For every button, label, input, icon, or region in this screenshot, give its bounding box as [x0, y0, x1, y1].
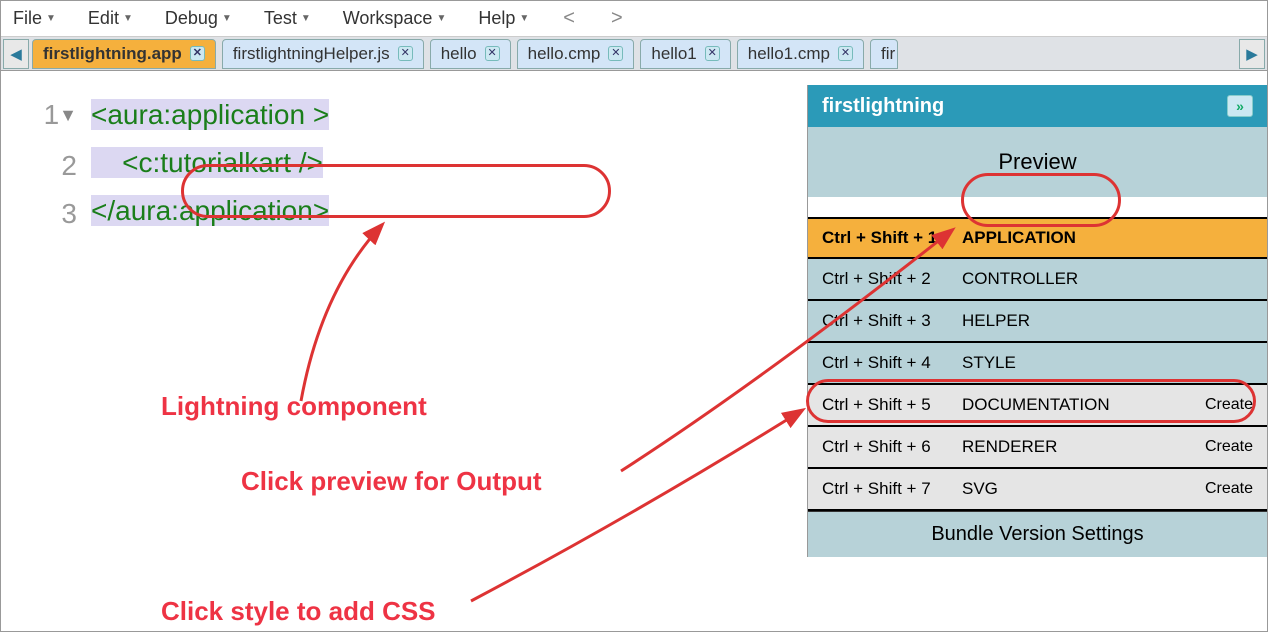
menu-debug-label: Debug: [165, 8, 218, 29]
preview-button[interactable]: Preview: [808, 127, 1267, 197]
close-icon[interactable]: ✕: [190, 46, 205, 61]
chevron-down-icon: ▼: [519, 13, 529, 24]
menu-debug[interactable]: Debug ▼: [159, 4, 238, 33]
code-line-1: <aura:application >: [91, 99, 329, 130]
create-link[interactable]: Create: [1205, 438, 1253, 456]
code-line-3: </aura:application>: [91, 195, 329, 226]
fold-icon[interactable]: ▼: [59, 91, 77, 139]
tab-label: fir: [881, 44, 895, 64]
menu-edit[interactable]: Edit ▼: [82, 4, 139, 33]
nav-back[interactable]: <: [555, 7, 583, 30]
chevron-down-icon: ▼: [46, 13, 56, 24]
shortcut-label: Ctrl + Shift + 1: [822, 228, 962, 248]
expand-icon[interactable]: »: [1227, 95, 1253, 117]
menu-help-label: Help: [478, 8, 515, 29]
tab-label: hello1: [651, 44, 696, 64]
chevron-right-icon: >: [611, 7, 623, 29]
bundle-row-helper[interactable]: Ctrl + Shift + 3 HELPER: [808, 301, 1267, 343]
bundle-label: DOCUMENTATION: [962, 395, 1205, 415]
menu-file[interactable]: File ▼: [7, 4, 62, 33]
bundle-version-settings[interactable]: Bundle Version Settings: [808, 511, 1267, 557]
tab-label: firstlightning.app: [43, 44, 182, 64]
shortcut-label: Ctrl + Shift + 7: [822, 479, 962, 499]
menu-workspace[interactable]: Workspace▼: [337, 4, 453, 33]
gutter-line-1: 1▼: [1, 91, 77, 142]
bundle-label: CONTROLLER: [962, 269, 1253, 289]
tab-firstlightninghelper-js[interactable]: firstlightningHelper.js ✕: [222, 39, 424, 69]
tab-firstlightning-app[interactable]: firstlightning.app ✕: [32, 39, 216, 69]
menu-edit-label: Edit: [88, 8, 119, 29]
menu-workspace-label: Workspace: [343, 8, 433, 29]
chevron-left-icon: <: [563, 7, 575, 29]
tab-hello1[interactable]: hello1 ✕: [640, 39, 730, 69]
close-icon[interactable]: ✕: [485, 46, 500, 61]
code-line-2: <c:tutorialkart />: [122, 147, 323, 178]
create-link[interactable]: Create: [1205, 396, 1253, 414]
gutter-line-2: 2: [1, 142, 77, 190]
panel-title: firstlightning: [822, 95, 944, 118]
annotation-style: Click style to add CSS: [161, 596, 436, 627]
tab-label: hello1.cmp: [748, 44, 830, 64]
shortcut-label: Ctrl + Shift + 6: [822, 437, 962, 457]
close-icon[interactable]: ✕: [705, 46, 720, 61]
preview-label: Preview: [998, 149, 1076, 175]
tabbar: ◀ firstlightning.app ✕ firstlightningHelp…: [1, 37, 1267, 71]
side-panel: firstlightning » Preview Ctrl + Shift + …: [807, 85, 1267, 557]
tab-scroll-left[interactable]: ◀: [3, 39, 29, 69]
bundle-table: Ctrl + Shift + 1 APPLICATION Ctrl + Shif…: [808, 217, 1267, 511]
tab-hello1-cmp[interactable]: hello1.cmp ✕: [737, 39, 864, 69]
chevron-down-icon: ▼: [436, 13, 446, 24]
bundle-row-controller[interactable]: Ctrl + Shift + 2 CONTROLLER: [808, 259, 1267, 301]
bundle-label: RENDERER: [962, 437, 1205, 457]
bundle-row-application[interactable]: Ctrl + Shift + 1 APPLICATION: [808, 217, 1267, 259]
bundle-row-documentation[interactable]: Ctrl + Shift + 5 DOCUMENTATION Create: [808, 385, 1267, 427]
close-icon[interactable]: ✕: [398, 46, 413, 61]
bundle-label: STYLE: [962, 353, 1253, 373]
bundle-label: APPLICATION: [962, 228, 1253, 248]
tab-hello[interactable]: hello ✕: [430, 39, 511, 69]
chevron-down-icon: ▼: [301, 13, 311, 24]
menu-file-label: File: [13, 8, 42, 29]
tab-overflow[interactable]: fir: [870, 39, 898, 69]
code-editor[interactable]: 1▼ 2 3 <aura:application > <c:tutorialka…: [1, 71, 807, 557]
menu-test[interactable]: Test ▼: [258, 4, 317, 33]
nav-forward[interactable]: >: [603, 7, 631, 30]
code-area[interactable]: <aura:application > <c:tutorialkart /> <…: [91, 91, 329, 557]
tab-label: firstlightningHelper.js: [233, 44, 390, 64]
tab-hello-cmp[interactable]: hello.cmp ✕: [517, 39, 635, 69]
panel-header: firstlightning »: [808, 85, 1267, 127]
bundle-row-svg[interactable]: Ctrl + Shift + 7 SVG Create: [808, 469, 1267, 511]
tab-label: hello: [441, 44, 477, 64]
gutter-line-3: 3: [1, 190, 77, 238]
gutter: 1▼ 2 3: [1, 91, 91, 557]
close-icon[interactable]: ✕: [838, 46, 853, 61]
tab-scroll-right[interactable]: ▶: [1239, 39, 1265, 69]
bundle-label: HELPER: [962, 311, 1253, 331]
create-link[interactable]: Create: [1205, 480, 1253, 498]
bundle-label: SVG: [962, 479, 1205, 499]
bundle-row-style[interactable]: Ctrl + Shift + 4 STYLE: [808, 343, 1267, 385]
shortcut-label: Ctrl + Shift + 4: [822, 353, 962, 373]
chevron-down-icon: ▼: [123, 13, 133, 24]
shortcut-label: Ctrl + Shift + 3: [822, 311, 962, 331]
main-split: 1▼ 2 3 <aura:application > <c:tutorialka…: [1, 71, 1267, 557]
tab-label: hello.cmp: [528, 44, 601, 64]
menu-test-label: Test: [264, 8, 297, 29]
menu-help[interactable]: Help ▼: [472, 4, 535, 33]
bundle-row-renderer[interactable]: Ctrl + Shift + 6 RENDERER Create: [808, 427, 1267, 469]
footer-label: Bundle Version Settings: [931, 523, 1143, 546]
menubar: File▼ Edit▼ Debug▼ Test▼ Workspace▼ Help…: [1, 1, 1267, 37]
chevron-down-icon: ▼: [222, 13, 232, 24]
shortcut-label: Ctrl + Shift + 5: [822, 395, 962, 415]
shortcut-label: Ctrl + Shift + 2: [822, 269, 962, 289]
close-icon[interactable]: ✕: [608, 46, 623, 61]
